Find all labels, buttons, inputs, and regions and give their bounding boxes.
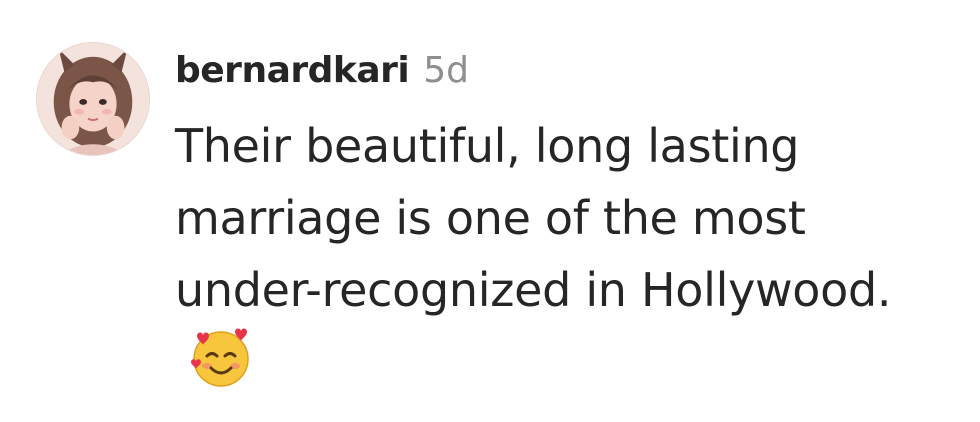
comment-text: Their beautiful, long lasting marriage i… — [175, 119, 892, 317]
comment-body: Their beautiful, long lasting marriage i… — [175, 110, 895, 402]
avatar[interactable] — [36, 42, 150, 156]
smiling-face-with-hearts-icon — [189, 326, 253, 390]
user-avatar-icon — [37, 43, 149, 155]
timestamp[interactable]: 5d — [423, 50, 469, 91]
comment-header: bernardkari 5d — [175, 50, 469, 102]
comment-item: bernardkari 5d Their beautiful, long las… — [0, 0, 980, 422]
username-link[interactable]: bernardkari — [175, 50, 410, 91]
